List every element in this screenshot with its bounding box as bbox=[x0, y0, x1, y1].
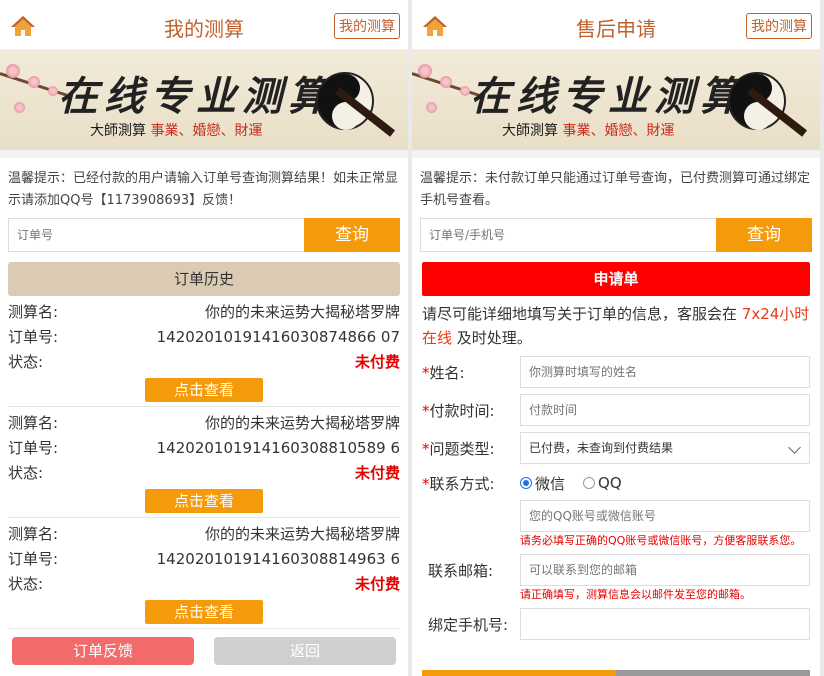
blossom-decoration bbox=[48, 86, 58, 96]
banner-sub-prefix: 大師測算 bbox=[502, 123, 558, 139]
issue-type-value: 已付费，未查询到付费结果 bbox=[529, 441, 674, 455]
banner-sub-prefix: 大師測算 bbox=[90, 123, 146, 139]
blossom-decoration bbox=[460, 86, 470, 96]
banner-subtitle: 大師測算 事業、婚戀、財運 bbox=[90, 120, 262, 140]
form-note: 请尽可能详细地填写关于订单的信息，客服会在 7x24小时在线 及时处理。 bbox=[412, 296, 820, 350]
order-item: 测算名: 你的的未来运势大揭秘塔罗牌 订单号: 142020101914160308… bbox=[0, 296, 408, 407]
view-order-button[interactable]: 点击查看 bbox=[145, 489, 263, 513]
my-orders-panel: 我的测算 我的测算 在线专业测算 大師測算 事業、婚戀、財運 温馨提示：已经付款… bbox=[0, 0, 408, 676]
tip-text: 温馨提示：已经付款的用户请输入订单号查询测算结果！如未正常显示请添加QQ号【11… bbox=[8, 171, 399, 208]
order-number: 142020101914160308814963 6 bbox=[156, 550, 400, 568]
order-or-phone-input[interactable] bbox=[420, 218, 716, 252]
app-screen: 我的测算 我的测算 在线专业测算 大師測算 事業、婚戀、財運 温馨提示：已经付款… bbox=[0, 0, 824, 676]
query-button[interactable]: 查询 bbox=[304, 218, 400, 252]
search-bar: 查询 bbox=[420, 218, 812, 252]
order-number: 142020101914160308810589 6 bbox=[156, 439, 400, 457]
bottom-buttons: 订单反馈 返回 bbox=[0, 629, 408, 665]
view-order-button[interactable]: 点击查看 bbox=[145, 600, 263, 624]
banner-sub-items: 事業、婚戀、財運 bbox=[150, 123, 263, 139]
blossom-decoration bbox=[426, 102, 437, 113]
order-number-label: 订单号: bbox=[8, 439, 59, 457]
order-number-label: 订单号: bbox=[8, 328, 59, 346]
issue-type-label: *问题类型: bbox=[422, 439, 495, 458]
feedback-button[interactable]: 订单反馈 bbox=[12, 637, 194, 665]
blossom-decoration bbox=[418, 64, 432, 78]
banner-image: 在线专业测算 大師測算 事業、婚戀、財運 bbox=[0, 50, 408, 158]
radio-wechat[interactable]: 微信 bbox=[520, 473, 565, 494]
order-name-label: 测算名: bbox=[8, 414, 59, 432]
email-warning: 请正确填写，测算信息会以邮件发至您的邮箱。 bbox=[520, 588, 751, 601]
view-order-button[interactable]: 点击查看 bbox=[145, 378, 263, 402]
blossom-decoration bbox=[440, 76, 452, 88]
phone-row: 绑定手机号: bbox=[412, 602, 820, 640]
banner-sub-items: 事業、婚戀、財運 bbox=[562, 123, 675, 139]
paytime-label: *付款时间: bbox=[422, 401, 495, 420]
top-bar: 我的测算 我的测算 bbox=[0, 0, 408, 50]
query-button[interactable]: 查询 bbox=[716, 218, 812, 252]
blossom-decoration bbox=[6, 64, 20, 78]
blossom-decoration bbox=[28, 76, 40, 88]
name-label: *姓名: bbox=[422, 363, 465, 382]
name-field[interactable] bbox=[520, 356, 810, 388]
order-number: 14202010191416030874866 07 bbox=[156, 328, 400, 346]
name-row: *姓名: bbox=[412, 350, 820, 388]
contact-account-row bbox=[412, 496, 820, 532]
order-name: 你的的未来运势大揭秘塔罗牌 bbox=[204, 303, 400, 321]
order-status-label: 状态: bbox=[8, 353, 44, 371]
issue-type-row: *问题类型: 已付费，未查询到付费结果 bbox=[412, 426, 820, 464]
order-status: 未付费 bbox=[354, 353, 400, 371]
my-orders-button[interactable]: 我的测算 bbox=[746, 13, 812, 39]
submit-bar[interactable] bbox=[422, 670, 810, 676]
paytime-field[interactable] bbox=[520, 394, 810, 426]
order-name: 你的的未来运势大揭秘塔罗牌 bbox=[204, 525, 400, 543]
radio-checked-icon bbox=[520, 477, 532, 489]
my-orders-button[interactable]: 我的测算 bbox=[334, 13, 400, 39]
note-suffix: 及时处理。 bbox=[456, 329, 532, 347]
order-status: 未付费 bbox=[354, 464, 400, 482]
order-status-label: 状态: bbox=[8, 575, 44, 593]
contact-row: *联系方式: 微信 QQ bbox=[412, 464, 820, 496]
contact-warning: 请务必填写正确的QQ账号或微信账号，方便客服联系您。 bbox=[520, 534, 802, 547]
radio-unchecked-icon bbox=[583, 477, 596, 489]
issue-type-select[interactable]: 已付费，未查询到付费结果 bbox=[520, 432, 810, 464]
order-item: 测算名: 你的的未来运势大揭秘塔罗牌 订单号: 142020101914160308… bbox=[0, 518, 408, 629]
search-bar: 查询 bbox=[8, 218, 400, 252]
order-name-label: 测算名: bbox=[8, 303, 59, 321]
tip-text: 温馨提示：未付款订单只能通过订单号查询，已付费测算可通过绑定手机号查看。 bbox=[420, 171, 811, 208]
chevron-down-icon bbox=[788, 441, 801, 454]
paytime-row: *付款时间: bbox=[412, 388, 820, 426]
order-history-header: 订单历史 bbox=[8, 262, 400, 296]
phone-label: 绑定手机号: bbox=[428, 615, 509, 634]
email-row: 联系邮箱: bbox=[412, 548, 820, 586]
banner-image: 在线专业测算 大師測算 事業、婚戀、財運 bbox=[412, 50, 820, 158]
order-status-label: 状态: bbox=[8, 464, 44, 482]
phone-field[interactable] bbox=[520, 608, 810, 640]
radio-qq[interactable]: QQ bbox=[583, 474, 622, 492]
order-name-label: 测算名: bbox=[8, 525, 59, 543]
order-number-label: 订单号: bbox=[8, 550, 59, 568]
order-name: 你的的未来运势大揭秘塔罗牌 bbox=[204, 414, 400, 432]
after-sales-panel: 售后申请 我的测算 在线专业测算 大師測算 事業、婚戀、財運 温馨提示：未付款订… bbox=[412, 0, 820, 676]
blossom-decoration bbox=[14, 102, 25, 113]
banner-subtitle: 大師測算 事業、婚戀、財運 bbox=[502, 120, 674, 140]
email-label: 联系邮箱: bbox=[428, 561, 494, 580]
order-number-input[interactable] bbox=[8, 218, 304, 252]
application-form-header: 申请单 bbox=[422, 262, 810, 296]
email-field[interactable] bbox=[520, 554, 810, 586]
order-status: 未付费 bbox=[354, 575, 400, 593]
order-item: 测算名: 你的的未来运势大揭秘塔罗牌 订单号: 142020101914160308… bbox=[0, 407, 408, 518]
banner-headline: 在线专业测算 bbox=[470, 73, 746, 120]
note-prefix: 请尽可能详细地填写关于订单的信息，客服会在 bbox=[422, 305, 738, 323]
contact-account-field[interactable] bbox=[520, 500, 810, 532]
contact-label: *联系方式: bbox=[422, 474, 495, 493]
top-bar: 售后申请 我的测算 bbox=[412, 0, 820, 50]
banner-headline: 在线专业测算 bbox=[58, 73, 334, 120]
back-button[interactable]: 返回 bbox=[214, 637, 396, 665]
